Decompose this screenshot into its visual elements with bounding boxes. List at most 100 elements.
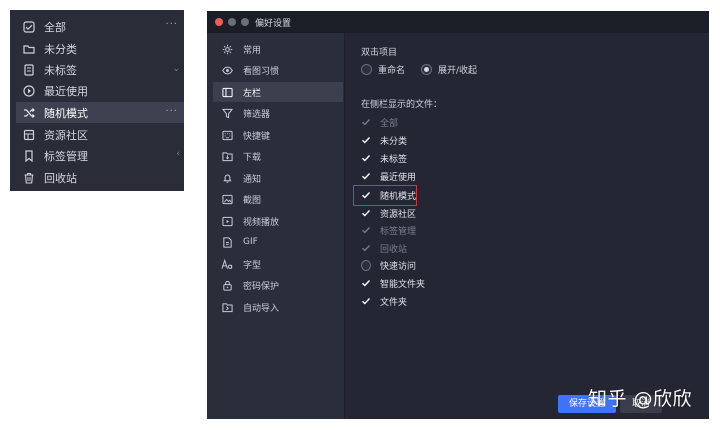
sidebar-item-label: 未标签 [44,63,77,77]
nav-item-font[interactable]: 字型 [213,254,343,274]
show-files-section-title: 在侧栏显示的文件： [361,100,443,110]
radio-expand-collapse[interactable] [421,64,433,75]
watermark-text: 知乎 @欣欣 [588,388,693,410]
nav-item-label: 自动导入 [243,303,280,314]
check-icon [361,153,371,163]
check-icon [361,278,371,288]
sidebar-icon [221,86,233,98]
preferences-window: 偏好设置 常用 看图习惯 左栏 筛选器 快捷键 下载 通知 截图 视频播放 GI… [207,11,709,419]
sidebar-panel: 全部 ··· 未分类 未标签 ⌄ 最近使用 随机模式 ··· 资源社区 标签管理… [10,10,184,191]
double-click-options: 重命名 展开/收起 [361,63,477,76]
checkbox-tag-manager[interactable]: 标签管理 [361,222,416,238]
play-icon [221,215,233,227]
sidebar-item-all[interactable]: 全部 ··· [16,16,184,37]
sidebar-item-label: 全部 [44,20,66,34]
nav-item-notifications[interactable]: 通知 [213,168,343,188]
sidebar-item-recent[interactable]: 最近使用 [16,80,184,101]
nav-item-label: 快捷键 [243,131,271,142]
checkbox-smart-folder[interactable]: 智能文件夹 [361,275,425,291]
close-window-button[interactable] [215,18,223,26]
nav-item-download[interactable]: 下载 [213,146,343,166]
checkbox-community[interactable]: 资源社区 [361,205,416,221]
check-icon [361,296,371,306]
sidebar-item-label: 随机模式 [44,106,88,120]
checkbox-label: 智能文件夹 [380,279,426,290]
sidebar-item-untagged[interactable]: 未标签 ⌄ [16,59,184,80]
nav-item-screenshot[interactable]: 截图 [213,189,343,209]
checkbox-random-mode[interactable]: 随机模式 [361,187,416,203]
shuffle-icon [22,106,36,120]
checkbox-label: 标签管理 [380,226,417,237]
checkbox-quick-access[interactable]: 快速访问 [361,257,416,273]
nav-item-filter[interactable]: 筛选器 [213,103,343,123]
title-bar: 偏好设置 [207,11,709,33]
nav-item-label: 截图 [243,195,262,206]
nav-item-auto-import[interactable]: 自动导入 [213,297,343,317]
keyboard-icon [221,129,233,141]
radio-label-expand-collapse: 展开/收起 [438,66,478,76]
chevron-down-icon: ⌄ [172,64,180,74]
sidebar-item-label: 未分类 [44,42,77,56]
double-click-section-title: 双击项目 [361,48,398,58]
more-icon[interactable]: ··· [165,106,178,117]
sidebar-item-label: 最近使用 [44,84,88,98]
filter-icon [221,107,233,119]
checkbox-label: 未分类 [380,136,408,147]
sidebar-item-uncategorized[interactable]: 未分类 [16,38,184,59]
nav-item-label: 下载 [243,152,262,163]
radio-rename[interactable] [361,64,372,75]
nav-item-viewing[interactable]: 看图习惯 [213,60,343,80]
check-icon [361,171,371,181]
lock-icon [221,279,233,291]
checkbox-recent[interactable]: 最近使用 [361,168,416,184]
checkbox-label: 最近使用 [380,172,417,183]
sidebar-item-random[interactable]: 随机模式 ··· [16,102,184,123]
sidebar-item-trash[interactable]: 回收站 [16,167,184,188]
maximize-window-button[interactable] [241,18,249,26]
nav-item-label: 左栏 [243,88,262,99]
settings-nav: 常用 看图习惯 左栏 筛选器 快捷键 下载 通知 截图 视频播放 GIF 字型 … [207,33,345,419]
nav-item-label: GIF [243,237,258,247]
checkbox-untagged[interactable]: 未标签 [361,150,407,166]
nav-item-left-sidebar[interactable]: 左栏 [213,82,343,102]
chevron-left-icon: ‹ [176,149,180,159]
minimize-window-button[interactable] [228,18,236,26]
checkbox-label: 全部 [380,118,399,129]
nav-item-label: 通知 [243,174,262,185]
download-icon [221,150,233,162]
bookmark-icon [22,149,36,163]
radio-label-rename: 重命名 [378,66,406,76]
tag-page-icon [22,63,36,77]
unchecked-circle [361,259,371,271]
sidebar-item-label: 标签管理 [44,149,88,163]
folder-icon [22,42,36,56]
check-icon [361,208,371,218]
checkbox-trash[interactable]: 回收站 [361,240,407,256]
import-icon [221,301,233,313]
nav-item-label: 字型 [243,260,262,271]
nav-item-general[interactable]: 常用 [213,39,343,59]
check-icon [361,117,371,127]
font-icon [221,258,233,270]
nav-item-label: 视频播放 [243,217,280,228]
nav-item-label: 常用 [243,45,262,56]
nav-item-video-playback[interactable]: 视频播放 [213,211,343,231]
checkbox-folder[interactable]: 文件夹 [361,293,407,309]
checkbox-label: 随机模式 [380,191,417,202]
checkbox-label: 回收站 [380,244,408,255]
nav-item-shortcuts[interactable]: 快捷键 [213,125,343,145]
check-icon [361,135,371,145]
sidebar-item-community[interactable]: 资源社区 [16,124,184,145]
bell-icon [221,172,233,184]
nav-item-gif[interactable]: GIF [213,232,343,252]
nav-item-label: 看图习惯 [243,66,280,77]
sidebar-item-tag-manager[interactable]: 标签管理 ‹ [16,145,184,166]
checkbox-all[interactable]: 全部 [361,114,398,130]
more-icon[interactable]: ··· [165,19,178,30]
settings-content: 双击项目 重命名 展开/收起 在侧栏显示的文件： 全部 未分类 未标签 最近使用 [345,33,709,419]
trash-icon [22,171,36,185]
nav-item-password[interactable]: 密码保护 [213,275,343,295]
check-icon [361,190,371,200]
checkbox-uncategorized[interactable]: 未分类 [361,132,407,148]
eye-icon [221,64,233,76]
